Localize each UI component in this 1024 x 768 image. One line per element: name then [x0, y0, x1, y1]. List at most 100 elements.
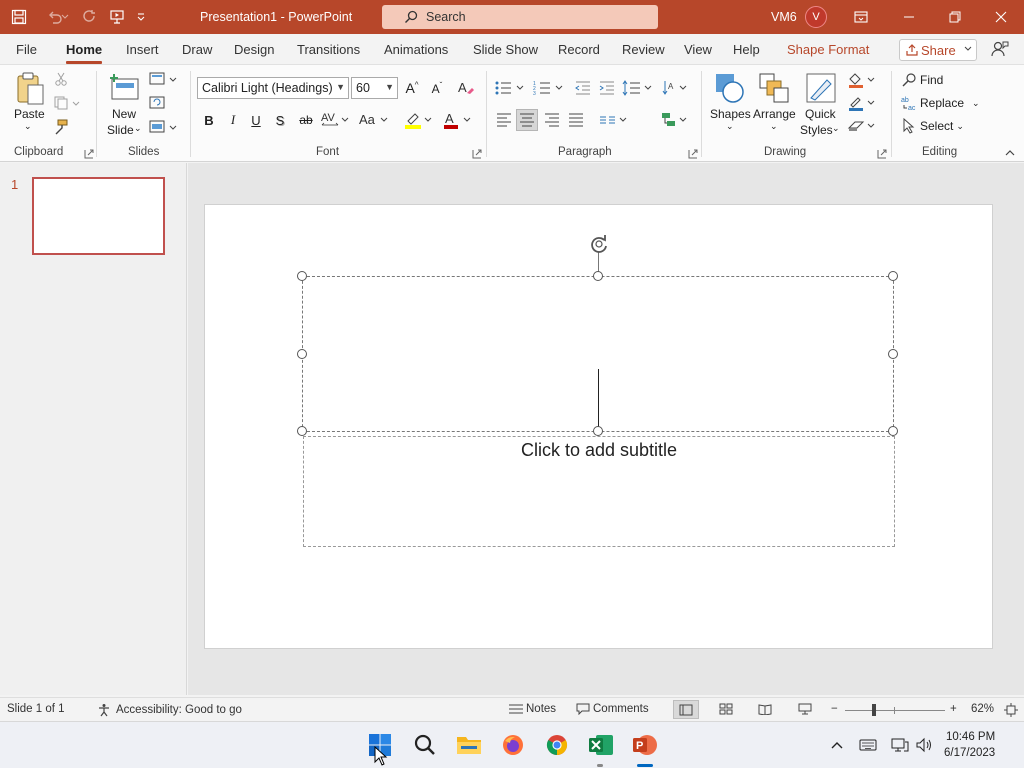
taskbar-search-button[interactable]: [411, 731, 439, 759]
increase-font-size-button[interactable]: A^: [402, 77, 422, 99]
increase-indent-button[interactable]: [597, 77, 617, 99]
drawing-launcher-icon[interactable]: [877, 148, 887, 159]
clear-formatting-button[interactable]: A: [455, 77, 477, 99]
change-case-button[interactable]: Aa: [357, 109, 391, 131]
excel-button[interactable]: [587, 731, 615, 759]
redo-icon[interactable]: [78, 6, 100, 28]
format-painter-button[interactable]: [53, 119, 69, 135]
resize-handle-bottom-left[interactable]: [297, 426, 307, 436]
replace-button[interactable]: ab ac Replace ⌄: [901, 94, 981, 112]
reading-view-button[interactable]: [758, 703, 772, 715]
network-tray-button[interactable]: [888, 731, 912, 759]
tab-transitions[interactable]: Transitions: [297, 42, 360, 57]
save-icon[interactable]: [8, 6, 30, 28]
copy-button[interactable]: [53, 95, 81, 111]
clipboard-launcher-icon[interactable]: [84, 148, 94, 159]
minimize-button[interactable]: [886, 0, 932, 34]
columns-button[interactable]: [598, 109, 630, 131]
font-size-select[interactable]: 60 ▼: [351, 77, 398, 99]
font-launcher-icon[interactable]: [472, 148, 482, 159]
paragraph-launcher-icon[interactable]: [688, 148, 698, 159]
bullets-button[interactable]: [494, 77, 526, 99]
italic-button[interactable]: I: [224, 109, 242, 131]
restore-button[interactable]: [932, 0, 978, 34]
new-slide-dropdown-icon[interactable]: ⌄: [134, 123, 142, 134]
tab-record[interactable]: Record: [558, 42, 600, 57]
highlight-color-button[interactable]: [401, 109, 435, 131]
tab-design[interactable]: Design: [234, 42, 274, 57]
present-from-beginning-icon[interactable]: [106, 6, 128, 28]
tab-review[interactable]: Review: [622, 42, 665, 57]
normal-view-button[interactable]: [673, 700, 699, 719]
decrease-indent-button[interactable]: [573, 77, 593, 99]
resize-handle-top[interactable]: [593, 271, 603, 281]
zoom-out-button[interactable]: −: [831, 703, 838, 715]
align-left-button[interactable]: [494, 109, 514, 131]
shape-outline-button[interactable]: [846, 94, 878, 112]
justify-button[interactable]: [566, 109, 586, 131]
firefox-button[interactable]: [499, 731, 527, 759]
section-button[interactable]: [148, 119, 178, 135]
powerpoint-button[interactable]: P: [631, 731, 659, 759]
text-direction-button[interactable]: A: [660, 77, 690, 99]
share-button[interactable]: Share: [899, 39, 977, 61]
zoom-slider-thumb[interactable]: [871, 704, 876, 716]
resize-handle-bottom[interactable]: [593, 426, 603, 436]
font-color-button[interactable]: A: [440, 109, 474, 131]
tab-file[interactable]: File: [16, 42, 37, 57]
avatar[interactable]: V: [805, 6, 827, 28]
tab-insert[interactable]: Insert: [126, 42, 159, 57]
tab-shape-format[interactable]: Shape Format: [787, 42, 869, 57]
new-slide-button[interactable]: [108, 71, 142, 105]
paste-button[interactable]: [14, 71, 46, 107]
zoom-level[interactable]: 62%: [971, 703, 994, 715]
shapes-button[interactable]: [714, 71, 746, 105]
tab-slide-show[interactable]: Slide Show: [473, 42, 538, 57]
keyboard-tray-button[interactable]: [856, 731, 880, 759]
resize-handle-bottom-right[interactable]: [888, 426, 898, 436]
line-spacing-button[interactable]: [622, 77, 654, 99]
customize-toolbar-icon[interactable]: [134, 6, 148, 28]
show-hidden-icons-button[interactable]: [826, 731, 848, 759]
tab-home[interactable]: Home: [66, 42, 103, 64]
accessibility-status[interactable]: Accessibility: Good to go: [97, 703, 242, 717]
underline-button[interactable]: U: [247, 109, 265, 131]
file-explorer-button[interactable]: [455, 731, 483, 759]
comments-button[interactable]: Comments: [576, 703, 649, 715]
decrease-font-size-button[interactable]: Aˇ: [427, 77, 447, 99]
slide-sorter-button[interactable]: [719, 703, 733, 715]
volume-tray-button[interactable]: [912, 731, 936, 759]
resize-handle-left[interactable]: [297, 349, 307, 359]
slide-show-button[interactable]: [798, 703, 812, 715]
cut-button[interactable]: [53, 71, 69, 87]
slide-thumbnail[interactable]: [32, 177, 165, 255]
rotation-handle[interactable]: [588, 233, 610, 255]
quick-styles-dropdown-icon[interactable]: ⌄: [832, 123, 840, 134]
strikethrough-button[interactable]: ab: [295, 109, 317, 131]
layout-button[interactable]: [148, 71, 178, 87]
undo-dropdown-icon[interactable]: [60, 6, 70, 28]
chrome-button[interactable]: [543, 731, 571, 759]
arrange-button[interactable]: [758, 71, 790, 105]
convert-to-smartart-button[interactable]: [660, 109, 690, 131]
close-button[interactable]: [978, 0, 1024, 34]
tab-animations[interactable]: Animations: [384, 42, 448, 57]
comments-pane-button[interactable]: [991, 40, 1009, 61]
paste-dropdown-icon[interactable]: ⌄: [24, 121, 32, 132]
tab-draw[interactable]: Draw: [182, 42, 212, 57]
reset-slide-button[interactable]: [148, 95, 166, 111]
tab-help[interactable]: Help: [733, 42, 760, 57]
align-center-button[interactable]: [516, 109, 538, 131]
resize-handle-top-left[interactable]: [297, 271, 307, 281]
shape-effects-button[interactable]: [846, 117, 878, 135]
resize-handle-right[interactable]: [888, 349, 898, 359]
bold-button[interactable]: B: [200, 109, 218, 131]
shape-fill-button[interactable]: [846, 71, 878, 89]
tab-view[interactable]: View: [684, 42, 712, 57]
select-button[interactable]: Select ⌄: [901, 117, 971, 135]
shapes-dropdown-icon[interactable]: ⌄: [726, 121, 734, 132]
fit-to-window-button[interactable]: [1004, 703, 1018, 717]
find-button[interactable]: Find: [901, 71, 961, 89]
character-spacing-button[interactable]: AV: [320, 109, 350, 131]
zoom-in-button[interactable]: +: [950, 703, 957, 715]
